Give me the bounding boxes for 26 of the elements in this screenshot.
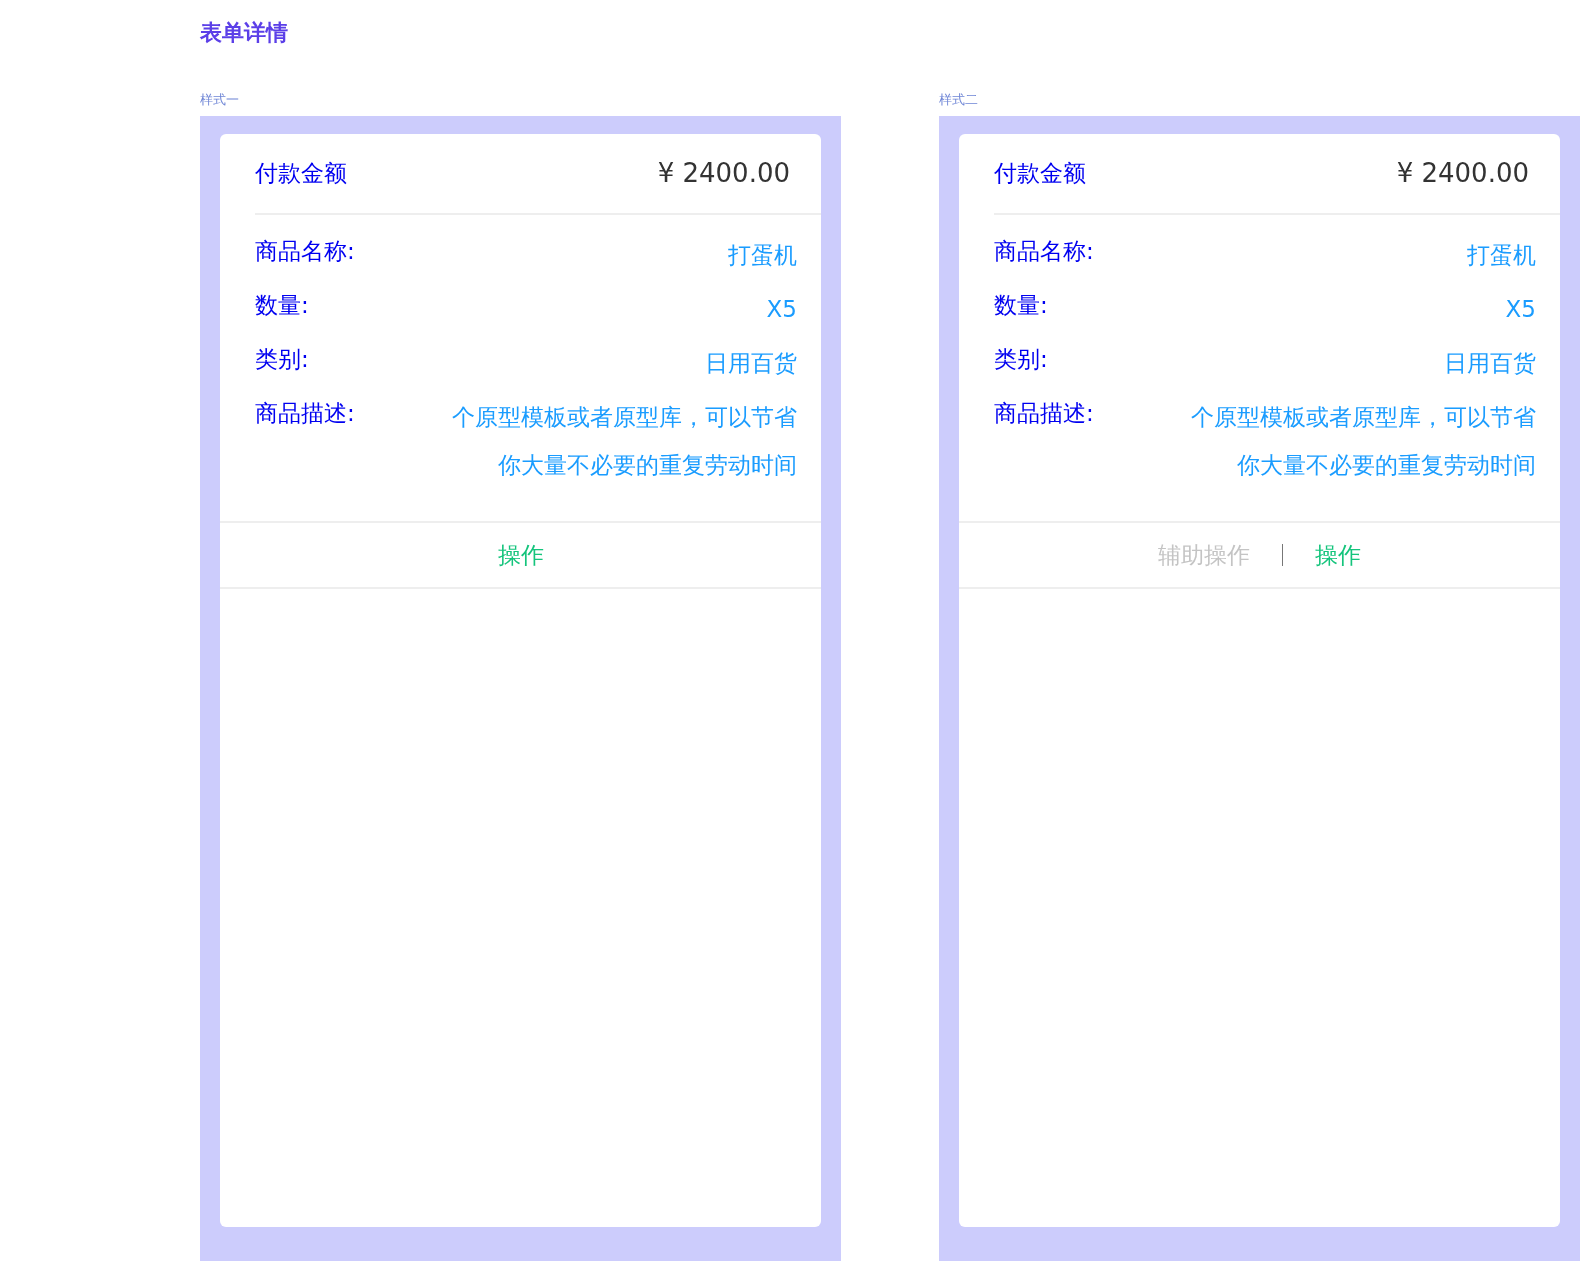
section-caption: 样式一 <box>200 91 240 110</box>
field-label: 商品描述: <box>255 398 355 428</box>
section-caption: 样式二 <box>939 91 979 110</box>
field-label: 数量: <box>994 290 1048 320</box>
field-value: X5 <box>766 294 797 324</box>
field-label: 类别: <box>255 344 309 374</box>
field-value: X5 <box>1505 294 1536 324</box>
field-label: 数量: <box>255 290 309 320</box>
field-value: 打蛋机 <box>728 240 797 270</box>
field-label: 付款金额 <box>994 159 1086 189</box>
action-button[interactable]: 操作 <box>495 537 546 573</box>
action-button[interactable]: 辅助操作 <box>1156 537 1252 573</box>
field-value: 个原型模板或者原型库，可以节省 你大量不必要的重复劳动时间 <box>1191 402 1536 480</box>
page-title: 表单详情 <box>200 20 289 47</box>
field-label: 商品名称: <box>994 236 1094 266</box>
field-label: 商品描述: <box>994 398 1094 428</box>
action-button[interactable]: 操作 <box>1313 537 1363 573</box>
field-value: 打蛋机 <box>1467 240 1536 270</box>
field-label: 类别: <box>994 344 1048 374</box>
field-value: 日用百货 <box>705 348 797 378</box>
amount-value: ¥ 2400.00 <box>657 156 790 190</box>
field-label: 付款金额 <box>255 159 347 189</box>
field-value: 个原型模板或者原型库，可以节省 你大量不必要的重复劳动时间 <box>452 402 797 480</box>
field-label: 商品名称: <box>255 236 355 266</box>
amount-value: ¥ 2400.00 <box>1396 156 1529 190</box>
field-value: 日用百货 <box>1444 348 1536 378</box>
